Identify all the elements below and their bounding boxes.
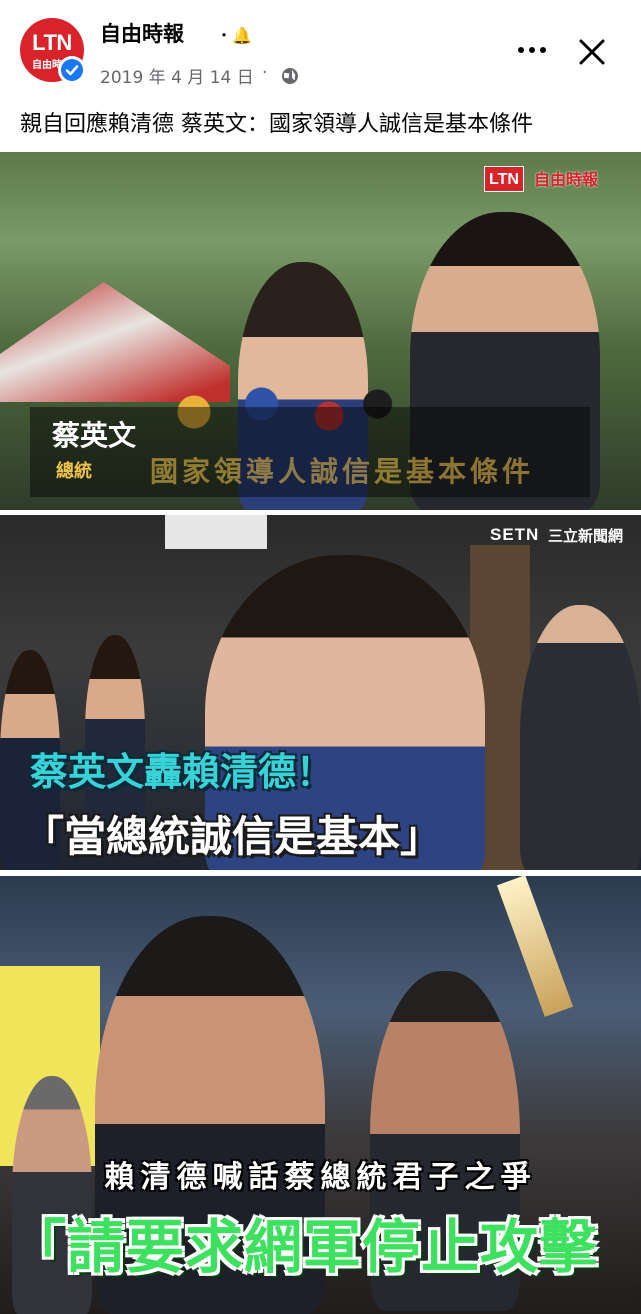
setn-watermark: SETN — [490, 525, 540, 544]
page-name-link[interactable]: 自由時報 — [100, 18, 184, 48]
ghost-caption: 國家領導人誠信是基本條件 — [150, 455, 535, 488]
verified-badge-icon — [58, 56, 86, 84]
globe-icon — [282, 68, 298, 84]
bell-icon: ・🔔 — [216, 26, 252, 45]
headline-bottom: 「當總統誠信是基本」 — [22, 812, 443, 861]
ltn-watermark: LTN — [484, 166, 524, 192]
close-icon[interactable] — [574, 34, 610, 70]
post-caption: 親自回應賴清德 蔡英文：國家領導人誠信是基本條件 — [20, 112, 533, 137]
post-timestamp[interactable]: 2019 年 4 月 14 日 — [100, 63, 254, 88]
subtitle-caption: 賴清德喊話蔡總統君子之爭 — [104, 1160, 537, 1195]
setn-watermark-sub: 三立新聞網 — [548, 527, 624, 545]
more-options-icon[interactable] — [514, 36, 550, 64]
suited-figure — [520, 605, 641, 870]
name-tag: 蔡英文 — [52, 419, 137, 452]
post-image-3[interactable]: 賴清德喊話蔡總統君子之爭 「請要求網軍停止攻擊 — [0, 876, 641, 1314]
post-image-2[interactable]: SETN 三立新聞網 蔡英文轟賴清德！ 「當總統誠信是基本」 — [0, 515, 641, 870]
avatar-logo-text: LTN — [32, 30, 72, 55]
title-tag: 總統 — [56, 461, 92, 482]
headline-top: 蔡英文轟賴清德！ — [30, 750, 335, 794]
background-banner — [165, 515, 267, 549]
street-lamp — [496, 876, 574, 1017]
ltn-watermark-sub: 自由時報 — [534, 170, 599, 189]
meta-separator: · — [262, 63, 268, 83]
headline-green: 「請要求網軍停止攻擊 — [8, 1213, 599, 1281]
post-image-1[interactable]: LTN 自由時報 國家領導人誠信是基本條件 蔡英文 總統 — [0, 152, 641, 510]
post-header: LTN 自由時報 自由時報 ・🔔 2019 年 4 月 14 日 · — [0, 0, 641, 100]
